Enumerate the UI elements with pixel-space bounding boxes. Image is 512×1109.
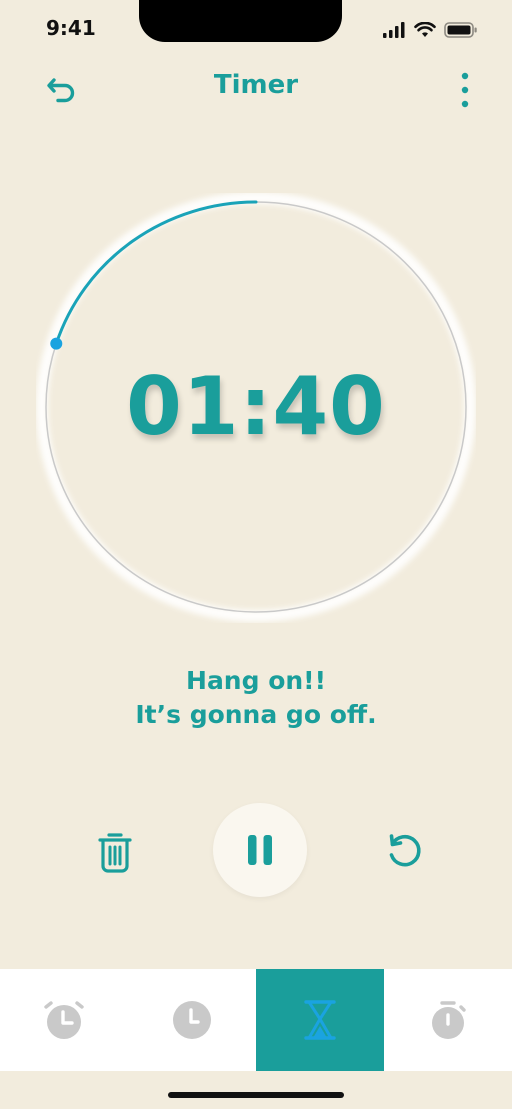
alarm-clock-icon <box>44 1001 84 1039</box>
progress-knob <box>50 337 63 350</box>
message-line-2: It’s gonna go off. <box>135 700 377 729</box>
tab-bar <box>0 969 512 1071</box>
more-vertical-icon <box>461 72 469 108</box>
status-message: Hang on!! It’s gonna go off. <box>0 664 512 732</box>
delete-button[interactable] <box>90 824 140 880</box>
tab-timer[interactable] <box>256 969 384 1071</box>
page-title: Timer <box>213 70 299 100</box>
device-notch <box>139 0 342 42</box>
home-indicator[interactable] <box>168 1092 344 1098</box>
home-indicator-area <box>0 1071 512 1109</box>
system-icons <box>382 22 478 38</box>
more-menu-button[interactable] <box>450 68 480 112</box>
trash-icon <box>98 833 132 873</box>
cellular-signal-icon <box>383 22 405 38</box>
stopwatch-icon <box>432 1001 466 1039</box>
wifi-icon <box>414 22 436 37</box>
status-bar: 9:41 <box>0 0 512 60</box>
message-line-1: Hang on!! <box>186 666 326 695</box>
tab-stopwatch[interactable] <box>384 969 512 1071</box>
tab-alarm[interactable] <box>0 969 128 1071</box>
timer-readout: 01:40 <box>126 360 386 453</box>
status-time: 9:41 <box>46 16 96 40</box>
hourglass-icon <box>304 1000 336 1040</box>
timer-controls <box>0 800 512 900</box>
tab-clock[interactable] <box>128 969 256 1071</box>
reset-button[interactable] <box>380 826 430 876</box>
reset-icon <box>389 834 421 867</box>
clock-icon <box>173 1001 211 1039</box>
pause-button[interactable] <box>213 803 307 897</box>
battery-icon <box>444 22 477 38</box>
pause-icon <box>248 835 272 865</box>
top-bar: Timer <box>0 60 512 120</box>
